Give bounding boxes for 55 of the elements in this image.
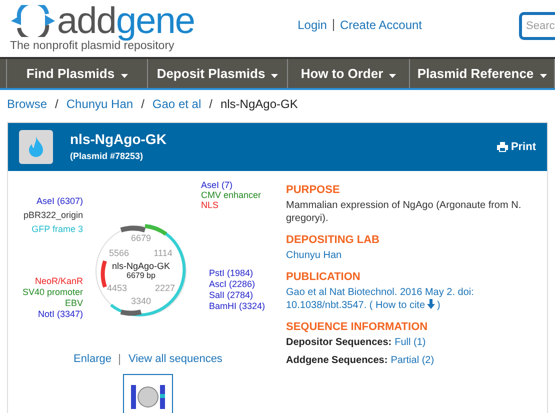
how-to-cite-link[interactable]: How to cite bbox=[376, 300, 426, 311]
caret-icon bbox=[540, 74, 547, 78]
breadcrumb-current: nls-NgAgo-GK bbox=[220, 96, 298, 113]
map-label: GFP frame 3 bbox=[31, 224, 82, 234]
map-label: EBV bbox=[64, 298, 82, 308]
flame-icon bbox=[28, 136, 44, 158]
caret-icon bbox=[389, 74, 396, 78]
publication-citation[interactable]: Gao et al Nat Biotechnol. 2016 May 2. doi: 10.1038/nbt.3547. ( How to cite ) bbox=[286, 286, 535, 312]
logo-icon bbox=[9, 5, 57, 37]
map-thumbnail[interactable] bbox=[123, 374, 173, 413]
nav-menu-button[interactable]: Deposit Plasmids bbox=[148, 59, 288, 88]
logo-wordmark: addgene bbox=[57, 3, 195, 39]
create-account-link[interactable]: Create Account bbox=[340, 16, 422, 34]
map-label: AseI (6307) bbox=[36, 196, 82, 206]
map-label: BamHI (3324) bbox=[208, 301, 265, 311]
map-label: NLS bbox=[200, 200, 218, 210]
map-label: AseI (7) bbox=[200, 180, 232, 190]
sequence-label: Depositor Sequences: bbox=[286, 336, 392, 349]
enlarge-link[interactable]: Enlarge bbox=[74, 351, 112, 368]
map-label: PstI (1984) bbox=[208, 268, 253, 278]
map-label: SV40 promoter bbox=[22, 287, 82, 297]
plasmid-title: nls-NgAgo-GK bbox=[70, 130, 166, 148]
download-arrow-icon bbox=[427, 299, 436, 309]
nav-menu-button[interactable]: Find Plasmids bbox=[7, 59, 148, 88]
caret-icon bbox=[271, 74, 278, 78]
breadcrumb-link[interactable]: Gao et al bbox=[152, 95, 202, 113]
caret-icon bbox=[120, 74, 128, 78]
map-label: AscI (2286) bbox=[208, 279, 255, 289]
nav-menu-button[interactable]: How to Order bbox=[288, 59, 410, 88]
map-label: NotI (3347) bbox=[37, 309, 82, 319]
login-link[interactable]: Login bbox=[298, 16, 327, 34]
printer-icon bbox=[496, 142, 508, 152]
purpose-text: Mammalian expression of NgAgo (Argonaute from N. gregoryi). bbox=[286, 199, 522, 225]
breadcrumb-link[interactable]: Chunyu Han bbox=[66, 95, 134, 113]
nav-menu-button[interactable]: Plasmid Reference bbox=[410, 59, 555, 88]
depositing-lab-link[interactable]: Chunyu Han bbox=[286, 250, 342, 261]
map-label: SalI (2784) bbox=[208, 290, 253, 300]
tagline: The nonprofit plasmid repository bbox=[10, 40, 174, 54]
section-heading: SEQUENCE INFORMATION bbox=[286, 321, 429, 334]
view-sequences-link[interactable]: View all sequences bbox=[128, 351, 222, 368]
breadcrumb-separator: / bbox=[209, 96, 212, 113]
breadcrumb-separator: / bbox=[55, 96, 58, 113]
plasmid-number: (Plasmid #78253) bbox=[70, 150, 144, 164]
sequence-link[interactable]: Full (1) bbox=[394, 336, 426, 349]
section-heading: DEPOSITING LAB bbox=[286, 234, 381, 247]
sequence-label: Addgene Sequences: bbox=[286, 354, 388, 367]
section-heading: PURPOSE bbox=[286, 184, 341, 197]
map-label: pBR322_origin bbox=[22, 210, 82, 220]
map-label: NeoR/KanR bbox=[34, 276, 82, 286]
sequence-link[interactable]: Partial (2) bbox=[390, 354, 434, 367]
print-button[interactable]: Print bbox=[496, 138, 536, 156]
breadcrumb-link[interactable]: Browse bbox=[7, 95, 48, 113]
map-label: CMV enhancer bbox=[200, 190, 261, 200]
breadcrumb-separator: / bbox=[141, 96, 144, 113]
section-heading: PUBLICATION bbox=[286, 271, 362, 284]
